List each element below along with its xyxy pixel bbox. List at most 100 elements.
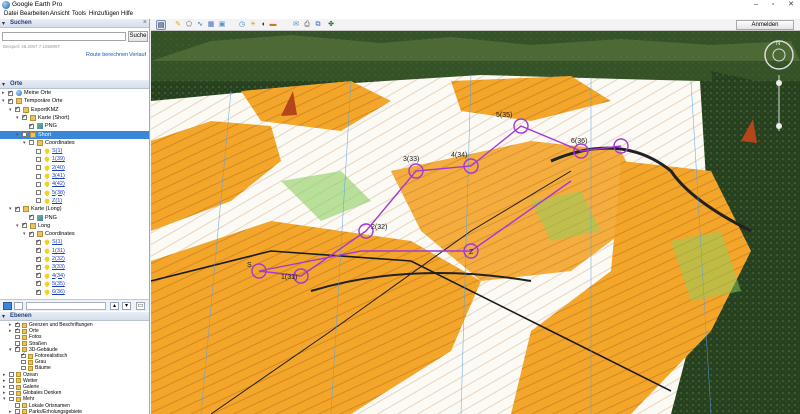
visibility-checkbox[interactable] [29,122,34,130]
collapse-triangle-icon[interactable]: ▾ [2,313,5,320]
minimize-button[interactable]: – [748,0,764,10]
add-placemark-icon[interactable]: ✎ [173,20,183,30]
expand-arrow-icon[interactable]: ▸ [9,328,12,334]
map-view[interactable]: S 1(31) 2(32) 3(33) 4(34) 5(35) 6(36) Z … [151,31,800,414]
places-tree-item[interactable]: 2(32) [0,255,149,263]
historical-imagery-icon[interactable]: ◷ [237,20,247,30]
menu-tools[interactable]: Tools [72,11,86,17]
expand-arrow-icon[interactable]: ▾ [16,114,19,122]
visibility-checkbox[interactable] [36,271,41,279]
history-link[interactable]: Verlauf [129,52,146,58]
sidebar-toggle-icon[interactable]: ▤ [156,20,166,30]
close-button[interactable]: ✕ [783,0,799,10]
terrain-map[interactable]: S 1(31) 2(32) 3(33) 4(34) 5(35) 6(36) Z … [151,31,800,414]
layer-checkbox[interactable] [9,384,14,389]
save-image-icon[interactable]: ⧉ [313,20,323,30]
layer-checkbox[interactable] [15,334,20,340]
layer-checkbox[interactable] [15,345,20,352]
expand-arrow-icon[interactable]: ▾ [9,205,12,213]
route-link[interactable]: Route berechnen [86,52,128,58]
layer-checkbox[interactable] [9,390,14,396]
visibility-checkbox[interactable] [36,198,41,204]
expand-arrow-icon[interactable]: ▸ [3,372,6,378]
layer-checkbox[interactable] [9,396,14,402]
places-view-button[interactable] [3,302,12,310]
places-tree-item[interactable]: ▾ Short [0,130,149,139]
visibility-checkbox[interactable] [8,97,13,105]
visibility-checkbox[interactable] [22,221,27,229]
expand-arrow-icon[interactable]: ▾ [23,139,26,147]
visibility-checkbox[interactable] [36,165,41,171]
menu-edit[interactable]: Bearbeiten [20,11,49,17]
search-button[interactable]: Suche [128,31,148,42]
places-tree-item[interactable]: 4(34) [0,271,149,280]
visibility-checkbox[interactable] [36,148,41,154]
places-tree-item[interactable]: 5(38) [0,189,149,197]
ruler-icon[interactable]: ▬ [268,20,278,30]
visibility-checkbox[interactable] [29,213,34,221]
visibility-checkbox[interactable] [22,113,27,121]
visibility-checkbox[interactable] [29,230,34,238]
visibility-checkbox[interactable] [22,132,27,137]
places-tree-item[interactable]: ▾ Karte (Short) [0,113,149,122]
visibility-checkbox[interactable] [36,279,41,287]
zoom-out-icon[interactable] [776,123,782,129]
layer-checkbox[interactable] [9,378,14,383]
visibility-checkbox[interactable] [15,105,20,113]
up-arrow-icon[interactable]: ▴ [110,302,119,310]
expand-arrow-icon[interactable]: ▸ [3,384,6,390]
layer-checkbox[interactable] [9,372,14,377]
visibility-checkbox[interactable] [36,238,41,246]
places-tree-item[interactable]: ▾ Long [0,221,149,230]
visibility-checkbox[interactable] [36,246,41,254]
places-filter-input[interactable] [26,302,106,310]
places-tree-item[interactable]: 1(31) [0,246,149,255]
layer-checkbox[interactable] [15,403,20,408]
email-icon[interactable]: ✉ [291,20,301,30]
layers-tree-item[interactable]: ▸ Parks/Erholungsgebiete [0,409,149,414]
collapse-triangle-icon[interactable]: ▾ [2,20,5,27]
places-tree-item[interactable]: 3(41) [0,172,149,180]
places-tree-item[interactable]: S(1) [0,238,149,246]
places-tree-item[interactable]: 1(39) [0,155,149,163]
add-polygon-icon[interactable]: ⬠ [184,20,194,30]
menu-help[interactable]: Hilfe [121,11,133,17]
expand-arrow-icon[interactable]: ▾ [16,131,19,139]
places-tree-item[interactable]: 5(35) [0,279,149,288]
places-tree-item[interactable]: ▾ Karte (Long) [0,205,149,213]
places-tree-item[interactable]: 6(36) [0,288,149,296]
places-tree-item[interactable]: ▾ Coordinates [0,139,149,147]
places-tree-item[interactable]: ▾ Temporäre Orte [0,97,149,105]
down-arrow-icon[interactable]: ▾ [122,302,131,310]
expand-arrow-icon[interactable]: ▸ [3,378,6,384]
maximize-button[interactable]: ▫ [765,0,781,10]
zoom-in-icon[interactable] [776,80,782,86]
visibility-checkbox[interactable] [36,255,41,263]
layer-checkbox[interactable] [21,352,26,358]
sidebar-toggle-icon[interactable]: ▭ [136,302,145,310]
visibility-checkbox[interactable] [29,140,34,146]
sunlight-icon[interactable]: ☀ [248,20,258,30]
record-tour-icon[interactable]: ▣ [217,20,227,30]
places-tree-item[interactable]: ▸ Meine Orte [0,89,149,97]
add-overlay-icon[interactable]: ▦ [206,20,216,30]
layer-checkbox[interactable] [21,365,26,371]
signin-button[interactable]: Anmelden [736,20,794,30]
visibility-checkbox[interactable] [36,156,41,162]
places-tree-item[interactable]: 2(40) [0,164,149,172]
layer-checkbox[interactable] [21,359,26,365]
visibility-checkbox[interactable] [36,288,41,296]
visibility-checkbox[interactable] [8,89,13,97]
expand-arrow-icon[interactable]: ▾ [9,106,12,114]
collapse-triangle-icon[interactable]: ▾ [2,81,5,88]
places-tree-item[interactable]: PNG [0,122,149,130]
google-maps-icon[interactable]: ✤ [326,20,336,30]
visibility-checkbox[interactable] [15,205,20,213]
expand-arrow-icon[interactable]: ▾ [16,222,19,230]
expand-arrow-icon[interactable]: ▸ [3,390,6,396]
expand-arrow-icon[interactable]: ▾ [23,230,26,238]
expand-arrow-icon[interactable]: ▸ [9,409,12,414]
print-icon[interactable]: ⎙ [302,20,312,30]
search-input[interactable] [2,32,126,41]
menu-file[interactable]: Datei [4,11,18,17]
